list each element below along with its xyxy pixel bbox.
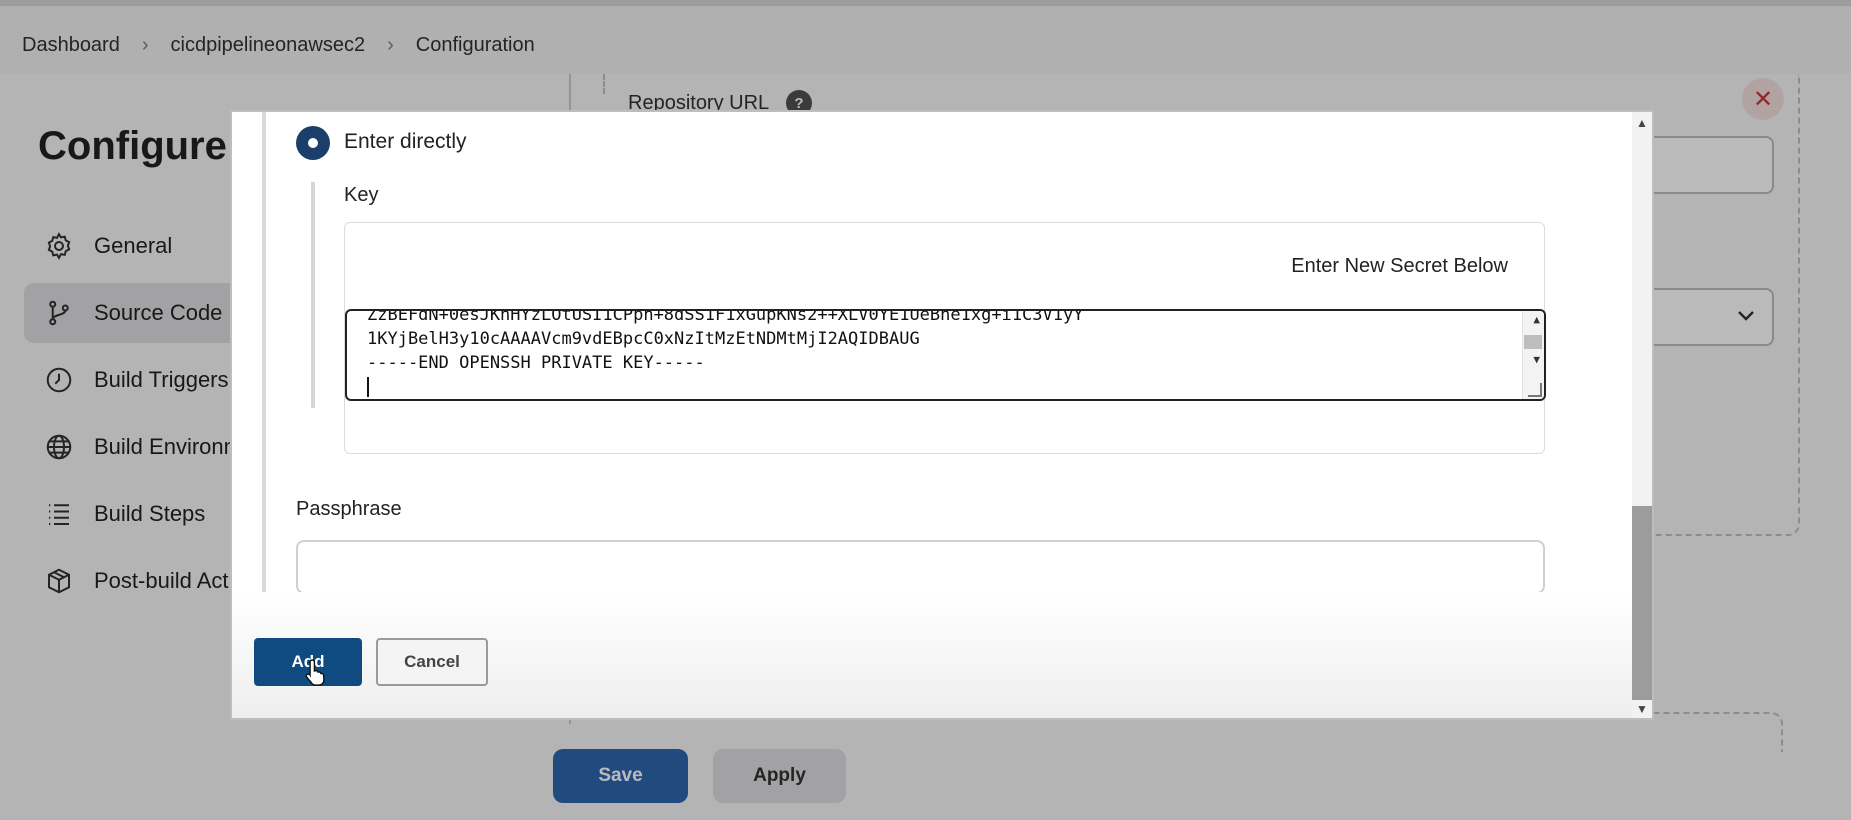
passphrase-input[interactable] bbox=[296, 540, 1545, 594]
passphrase-label: Passphrase bbox=[296, 498, 402, 520]
key-line: -----END OPENSSH PRIVATE KEY----- bbox=[367, 353, 705, 373]
cancel-button[interactable]: Cancel bbox=[376, 638, 488, 686]
resize-grip-icon[interactable] bbox=[1528, 383, 1542, 397]
key-guide-line bbox=[311, 182, 315, 408]
secret-container: Enter New Secret Below ZzBEFdN+0esJKhHYz… bbox=[344, 222, 1546, 454]
private-key-textarea[interactable]: ZzBEFdN+0esJKhHYzLOtUSI1CPph+8dSS1F1xGup… bbox=[345, 309, 1546, 401]
scroll-down-icon[interactable]: ▼ bbox=[1533, 353, 1540, 366]
text-caret bbox=[367, 377, 369, 397]
enter-directly-radio[interactable] bbox=[296, 126, 330, 160]
scroll-down-icon[interactable]: ▼ bbox=[1636, 702, 1648, 716]
key-line: 1KYjBelH3y10cAAAAVcm9vdEBpcC0xNzItMzEtND… bbox=[367, 329, 920, 349]
hand-cursor-icon bbox=[305, 659, 325, 686]
secret-hint: Enter New Secret Below bbox=[1291, 255, 1508, 277]
dialog-scroll-thumb[interactable] bbox=[1632, 506, 1652, 700]
add-credentials-dialog: Enter directly Key Enter New Secret Belo… bbox=[230, 110, 1654, 720]
key-line: ZzBEFdN+0esJKhHYzLOtUSI1CPph+8dSS1F1xGup… bbox=[367, 309, 1084, 325]
key-label: Key bbox=[344, 184, 379, 206]
scroll-up-icon[interactable]: ▲ bbox=[1533, 313, 1540, 326]
enter-directly-label[interactable]: Enter directly bbox=[344, 130, 467, 154]
dialog-guide-line bbox=[262, 112, 266, 592]
textarea-scroll-thumb[interactable] bbox=[1524, 335, 1542, 349]
scroll-up-icon[interactable]: ▲ bbox=[1636, 116, 1648, 130]
